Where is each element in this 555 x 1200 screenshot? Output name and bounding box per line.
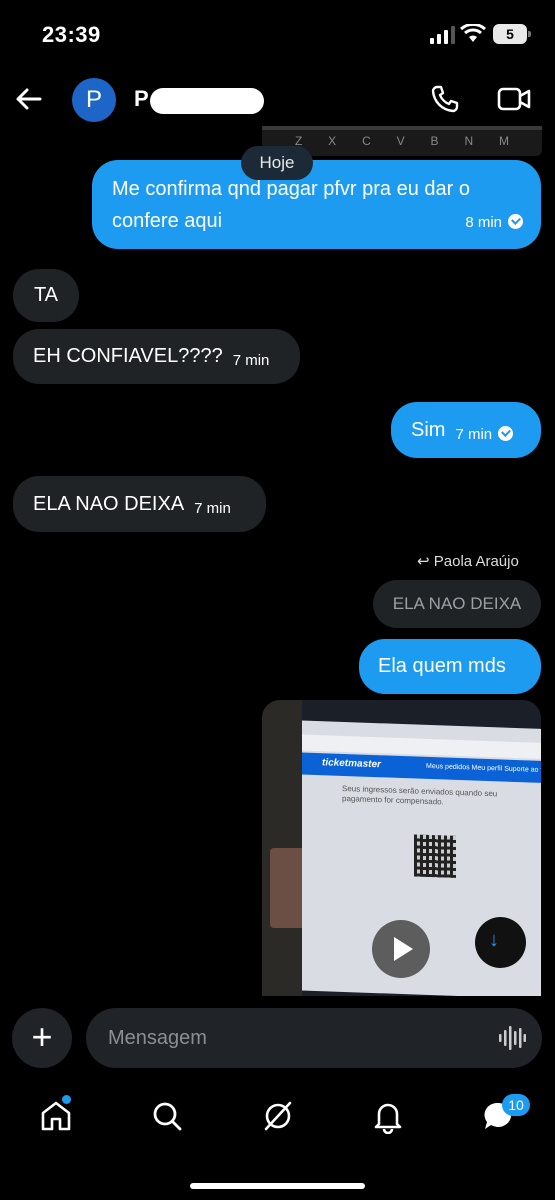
cellular-signal-icon: [430, 26, 455, 44]
message-bubble-outgoing[interactable]: Me confirma qnd pagar pfvr pra eu dar o …: [92, 160, 541, 249]
contact-avatar[interactable]: P: [72, 78, 116, 122]
qr-code: [414, 834, 456, 878]
message-time: 7 min: [455, 426, 493, 443]
battery-indicator: 5: [493, 24, 531, 44]
message-bubble-incoming[interactable]: TA: [13, 269, 79, 322]
grok-icon[interactable]: [260, 1098, 296, 1134]
status-bar: 23:39 5: [0, 0, 555, 70]
key-label: X: [328, 134, 337, 148]
messages-badge: 10: [502, 1094, 530, 1116]
date-separator: Hoje: [241, 146, 313, 180]
message-bubble-outgoing[interactable]: Sim 7 min: [391, 402, 541, 458]
message-composer: +: [0, 1000, 555, 1080]
message-meta: 8 min: [465, 207, 523, 239]
message-text: ELA NAO DEIXA: [33, 493, 185, 515]
status-time: 23:39: [42, 22, 101, 47]
key-label: B: [430, 134, 439, 148]
contact-name[interactable]: P: [134, 86, 149, 112]
message-text: TA: [33, 284, 59, 306]
redacted-name-overlay: [150, 88, 264, 114]
message-input[interactable]: [86, 1008, 542, 1068]
key-label: N: [464, 134, 474, 148]
voice-message-icon[interactable]: [498, 1024, 526, 1052]
bell-icon[interactable]: [370, 1098, 406, 1134]
reply-arrow-icon: ↩: [417, 553, 430, 570]
message-time: 7 min: [194, 500, 231, 517]
reply-author: Paola Araújo: [433, 553, 519, 570]
phone-call-icon[interactable]: [430, 84, 460, 114]
message-text: Me confirma qnd pagar pfvr pra eu dar o …: [112, 178, 470, 232]
home-indicator: [190, 1183, 365, 1189]
message-time: 8 min: [465, 214, 502, 231]
download-arrow-icon: ↓: [489, 929, 499, 951]
ticketmaster-logo: ticketmaster: [322, 757, 381, 771]
message-text: EH CONFIAVEL????: [33, 345, 223, 367]
message-bubble-incoming[interactable]: ELA NAO DEIXA 7 min: [13, 476, 266, 532]
read-check-icon: [498, 426, 514, 441]
message-bubble-outgoing[interactable]: Ela quem mds: [359, 639, 541, 694]
search-icon[interactable]: [149, 1098, 185, 1134]
thumbnail-body-text: Seus ingressos serão enviados quando seu…: [342, 783, 498, 807]
quoted-message[interactable]: ELA NAO DEIXA: [373, 580, 541, 628]
message-meta: 7 min: [455, 407, 514, 463]
wifi-icon: [460, 24, 486, 42]
read-check-icon: [508, 214, 523, 229]
video-call-icon[interactable]: [497, 86, 531, 112]
conversation-header: P P: [0, 70, 555, 132]
download-button[interactable]: ↓: [475, 917, 526, 968]
add-attachment-button[interactable]: +: [12, 1008, 72, 1068]
key-label: V: [396, 134, 405, 148]
key-label: M: [499, 134, 510, 148]
message-bubble-incoming[interactable]: EH CONFIAVEL???? 7 min: [13, 329, 300, 384]
message-time: 7 min: [232, 352, 270, 369]
reply-author-label: ↩ Paola Araújo: [417, 552, 519, 570]
message-text: Ela quem mds: [378, 655, 506, 677]
thumbnail-nav-links: Meus pedidos Meu perfil Suporte ao fã: [426, 762, 541, 775]
key-label: C: [362, 134, 371, 148]
home-notification-dot: [62, 1095, 71, 1104]
bottom-tab-bar: [0, 1088, 555, 1148]
message-text: Sim: [411, 419, 446, 441]
play-button[interactable]: [372, 920, 430, 978]
back-arrow-icon[interactable]: [14, 84, 44, 114]
